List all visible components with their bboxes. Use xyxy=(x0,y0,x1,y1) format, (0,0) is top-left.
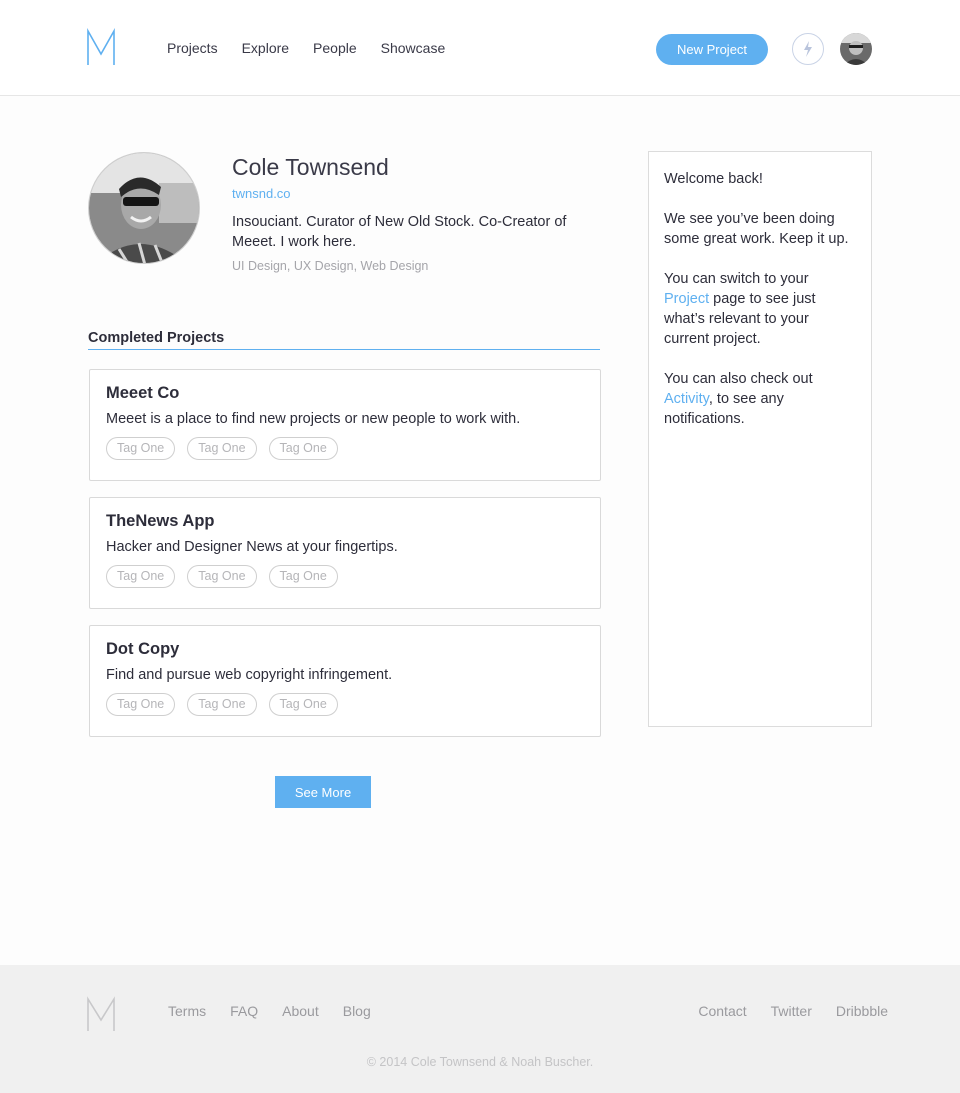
profile-photo-icon xyxy=(89,153,199,263)
project-title[interactable]: TheNews App xyxy=(106,512,584,531)
page-footer: Terms FAQ About Blog Contact Twitter Dri… xyxy=(0,965,960,1093)
tag-pill[interactable]: Tag One xyxy=(187,437,257,460)
completed-projects-heading: Completed Projects xyxy=(88,330,600,350)
footer-logo-icon[interactable] xyxy=(86,996,116,1032)
avatar-photo-icon xyxy=(840,33,872,65)
project-tags: Tag One Tag One Tag One xyxy=(106,565,584,588)
copyright-text: © 2014 Cole Townsend & Noah Buscher. xyxy=(366,1055,594,1069)
project-list: Meeet Co Meeet is a place to find new pr… xyxy=(89,369,601,753)
project-description: Find and pursue web copyright infringeme… xyxy=(106,667,393,683)
tag-pill[interactable]: Tag One xyxy=(106,437,176,460)
project-tags: Tag One Tag One Tag One xyxy=(106,437,584,460)
footer-links-left: Terms FAQ About Blog xyxy=(168,1003,395,1019)
project-card[interactable]: TheNews App Hacker and Designer News at … xyxy=(89,497,601,609)
profile-skills: UI Design, UX Design, Web Design xyxy=(232,259,429,273)
project-title[interactable]: Dot Copy xyxy=(106,640,584,659)
activity-hint: You can also check out Activity, to see … xyxy=(664,369,856,429)
project-page-hint: You can switch to your Project page to s… xyxy=(664,269,856,349)
logo-icon[interactable] xyxy=(86,28,116,66)
new-project-button[interactable]: New Project xyxy=(656,34,768,65)
footer-link-about[interactable]: About xyxy=(282,1003,319,1019)
tag-pill[interactable]: Tag One xyxy=(268,565,338,588)
project-title[interactable]: Meeet Co xyxy=(106,384,584,403)
footer-link-terms[interactable]: Terms xyxy=(168,1003,206,1019)
welcome-encouragement: We see you’ve been doing some great work… xyxy=(664,211,849,247)
user-avatar[interactable] xyxy=(840,33,872,65)
footer-link-contact[interactable]: Contact xyxy=(698,1003,746,1019)
footer-link-twitter[interactable]: Twitter xyxy=(771,1003,812,1019)
hint-text: You can also check out xyxy=(664,371,813,387)
project-tags: Tag One Tag One Tag One xyxy=(106,693,584,716)
see-more-button[interactable]: See More xyxy=(275,776,371,808)
welcome-greeting: Welcome back! xyxy=(664,171,763,187)
tag-pill[interactable]: Tag One xyxy=(268,437,338,460)
profile-name: Cole Townsend xyxy=(232,154,389,180)
notifications-button[interactable] xyxy=(792,33,824,65)
footer-links-right: Contact Twitter Dribbble xyxy=(674,1003,888,1019)
main-nav: Projects Explore People Showcase xyxy=(167,40,469,56)
bolt-icon xyxy=(804,41,812,57)
profile-avatar xyxy=(88,152,200,264)
nav-showcase[interactable]: Showcase xyxy=(381,40,446,56)
activity-link[interactable]: Activity xyxy=(664,391,709,407)
profile-bio: Insouciant. Curator of New Old Stock. Co… xyxy=(232,214,567,250)
project-card[interactable]: Dot Copy Find and pursue web copyright i… xyxy=(89,625,601,737)
tag-pill[interactable]: Tag One xyxy=(187,565,257,588)
project-card[interactable]: Meeet Co Meeet is a place to find new pr… xyxy=(89,369,601,481)
footer-link-dribbble[interactable]: Dribbble xyxy=(836,1003,888,1019)
welcome-panel: Welcome back! We see you’ve been doing s… xyxy=(648,151,872,727)
tag-pill[interactable]: Tag One xyxy=(106,565,176,588)
nav-people[interactable]: People xyxy=(313,40,357,56)
footer-link-blog[interactable]: Blog xyxy=(343,1003,371,1019)
tag-pill[interactable]: Tag One xyxy=(268,693,338,716)
hint-text: You can switch to your xyxy=(664,271,809,287)
project-page-link[interactable]: Project xyxy=(664,291,709,307)
profile-website-link[interactable]: twnsnd.co xyxy=(232,186,291,201)
top-header: Projects Explore People Showcase New Pro… xyxy=(0,0,960,96)
tag-pill[interactable]: Tag One xyxy=(106,693,176,716)
tag-pill[interactable]: Tag One xyxy=(187,693,257,716)
nav-explore[interactable]: Explore xyxy=(242,40,289,56)
nav-projects[interactable]: Projects xyxy=(167,40,218,56)
project-description: Meeet is a place to find new projects or… xyxy=(106,411,521,427)
project-description: Hacker and Designer News at your fingert… xyxy=(106,539,398,555)
footer-link-faq[interactable]: FAQ xyxy=(230,1003,258,1019)
